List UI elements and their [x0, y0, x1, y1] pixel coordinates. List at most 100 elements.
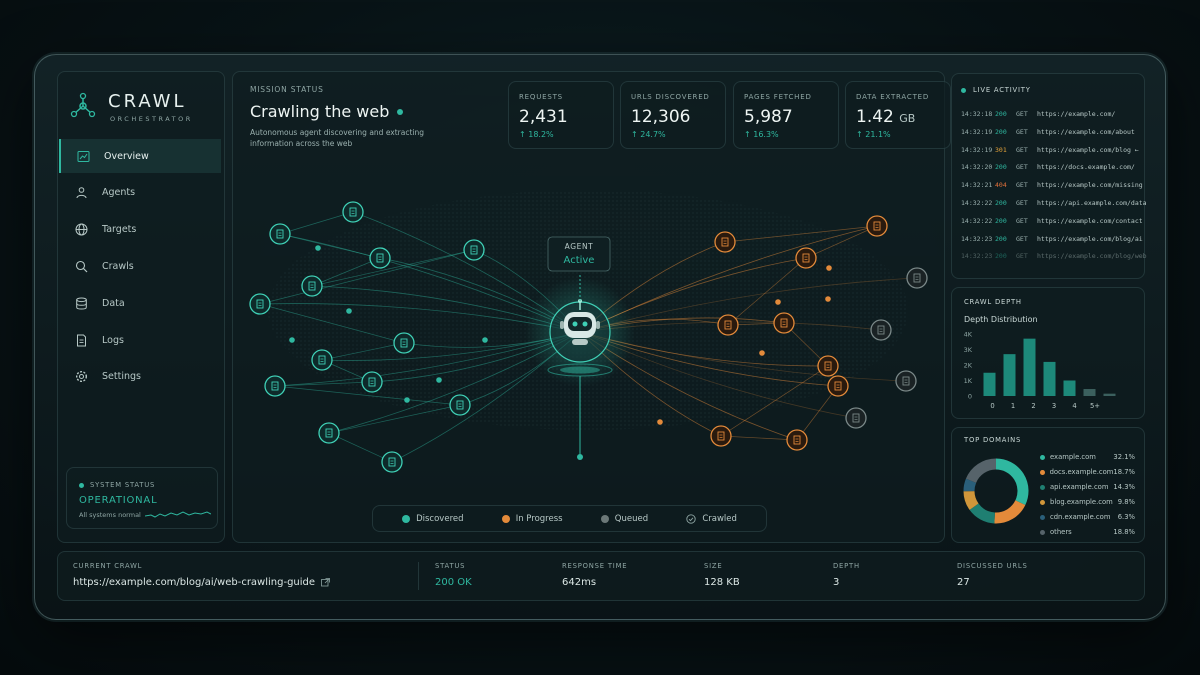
sidebar-item-settings[interactable]: Settings [59, 360, 221, 394]
stat-value: 5,987 [744, 107, 793, 127]
page-node[interactable] [870, 319, 892, 341]
donut-slice [965, 458, 997, 484]
domain-dot [1040, 499, 1045, 505]
activity-row[interactable]: 14:32:18 200 GET https://example.com/ [961, 110, 1115, 118]
page-node[interactable] [463, 239, 485, 261]
small-node [775, 299, 781, 305]
page-node[interactable] [369, 247, 391, 269]
small-node [657, 419, 663, 425]
activity-url: https://example.com/blog/web [1037, 252, 1147, 261]
page-node[interactable] [393, 332, 415, 354]
status-sparkline [145, 511, 211, 518]
divider [418, 562, 419, 590]
sidebar-item-logs[interactable]: Logs [59, 323, 221, 357]
legend-discovered-dot [402, 514, 411, 523]
activity-method: GET [1016, 252, 1028, 261]
stat-delta: ↑ 21.1% [856, 130, 891, 139]
discussed-urls-value: 27 [957, 577, 970, 588]
small-node [825, 296, 831, 302]
activity-url: https://docs.example.com/ [1037, 163, 1135, 172]
page-node[interactable] [786, 429, 808, 451]
small-node [482, 337, 488, 343]
activity-url: https://example.com/contact [1037, 216, 1143, 225]
page-node[interactable] [381, 451, 403, 473]
stat-value: 1.42 [856, 107, 894, 127]
x-tick-label: 3 [1052, 402, 1056, 410]
activity-row[interactable]: 14:32:22 200 GET https://example.com/con… [961, 217, 1143, 225]
domain-legend-row: docs.example.com 18.7% [1040, 468, 1135, 476]
search-icon [75, 260, 88, 273]
small-node [346, 308, 352, 314]
page-node[interactable] [717, 314, 739, 336]
system-status-label: SYSTEM STATUS [90, 481, 156, 489]
check-icon [686, 513, 696, 524]
depth-value: 3 [833, 577, 840, 588]
page-node[interactable] [827, 375, 849, 397]
activity-time: 14:32:21 [961, 181, 993, 190]
gear-icon [75, 371, 88, 383]
activity-time: 14:32:23 [961, 234, 993, 243]
x-tick-label: 2 [1031, 402, 1035, 410]
node-link [720, 435, 798, 441]
page-node[interactable] [866, 215, 888, 237]
sidebar-item-data[interactable]: Data [59, 286, 221, 320]
stat-unit: GB [899, 112, 916, 125]
logo-icon [70, 92, 96, 118]
small-node [436, 377, 442, 383]
top-domains-title: TOP DOMAINS [964, 436, 1022, 444]
activity-row[interactable]: 14:32:20 200 GET https://docs.example.co… [961, 163, 1135, 171]
page-node[interactable] [714, 231, 736, 253]
page-node[interactable] [817, 355, 839, 377]
page-node[interactable] [845, 407, 867, 429]
domain-percent: 18.7% [1113, 468, 1135, 476]
response-time-value: 642ms [562, 577, 597, 588]
sidebar-item-targets[interactable]: Targets [59, 213, 221, 247]
page-node[interactable] [318, 422, 340, 444]
activity-row[interactable]: 14:32:19 301 GET https://example.com/blo… [961, 146, 1139, 154]
activity-time: 14:32:22 [961, 199, 993, 207]
page-node[interactable] [895, 370, 917, 392]
small-node [404, 397, 410, 403]
external-link-icon[interactable] [321, 578, 330, 587]
domain-legend-row: others 18.8% [1040, 528, 1135, 536]
activity-row[interactable]: 14:32:23 200 GET https://example.com/blo… [961, 252, 1147, 260]
page-node[interactable] [301, 275, 323, 297]
activity-row[interactable]: 14:32:23 200 GET https://example.com/blo… [961, 235, 1143, 243]
activity-time: 14:32:23 [961, 252, 993, 261]
page-node[interactable] [361, 371, 383, 393]
activity-url: https://example.com/blog ← [1037, 145, 1139, 154]
depth-bar-chart: 4K 3K 2K 1K 0 0 1 2 3 4 5+ [964, 331, 1116, 410]
activity-row[interactable]: 14:32:19 200 GET https://example.com/abo… [961, 128, 1135, 136]
activity-row[interactable]: 14:32:21 404 GET https://example.com/mis… [961, 181, 1143, 189]
page-node[interactable] [269, 223, 291, 245]
activity-code: 200 [995, 199, 1007, 207]
page-node[interactable] [264, 375, 286, 397]
sidebar-item-label: Settings [102, 371, 141, 383]
page-node[interactable] [773, 312, 795, 334]
discussed-urls-label: DISCUSSED URLS [957, 562, 1028, 570]
legend-queued-dot [600, 514, 609, 523]
page-node[interactable] [449, 394, 471, 416]
legend-crawled: Crawled [686, 514, 737, 524]
domain-legend-row: api.example.com 14.3% [1040, 483, 1135, 491]
domain-legend-row: example.com 32.1% [1040, 453, 1135, 461]
page-node[interactable] [710, 425, 732, 447]
sidebar-item-label: Data [102, 297, 125, 309]
sidebar-item-crawls[interactable]: Crawls [59, 249, 221, 283]
activity-method: GET [1016, 110, 1028, 118]
depth-label: DEPTH [833, 562, 860, 570]
domain-legend-row: blog.example.com 9.8% [1040, 498, 1135, 506]
page-node[interactable] [311, 349, 333, 371]
page-node[interactable] [249, 293, 271, 315]
y-tick-label: 3K [964, 346, 973, 354]
page-node[interactable] [342, 201, 364, 223]
activity-row[interactable]: 14:32:22 200 GET https://api.example.com… [961, 199, 1147, 207]
live-dot [397, 108, 404, 115]
page-node[interactable] [795, 247, 817, 269]
sidebar-item-overview[interactable]: Overview [59, 139, 221, 173]
page-node[interactable] [906, 267, 928, 289]
current-crawl-label: CURRENT CRAWL [73, 562, 143, 570]
sidebar-item-label: Crawls [102, 260, 134, 272]
current-crawl-url[interactable]: https://example.com/blog/ai/web-crawling… [73, 577, 315, 588]
sidebar-item-agents[interactable]: Agents [59, 176, 221, 210]
